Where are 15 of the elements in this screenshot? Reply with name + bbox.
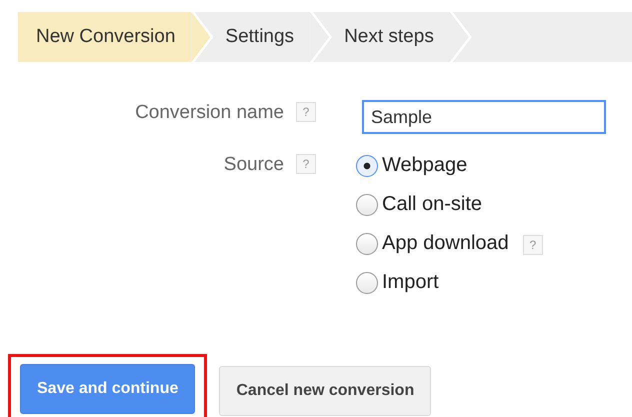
radio-button[interactable]: [356, 194, 378, 216]
radio-button[interactable]: [356, 154, 378, 176]
step-tab[interactable]: Next steps: [332, 12, 472, 62]
radio-button[interactable]: [356, 272, 378, 294]
cancel-button[interactable]: Cancel new conversion: [219, 366, 432, 416]
step-tab[interactable]: Settings: [213, 12, 332, 62]
option-label: Webpage: [382, 154, 468, 177]
option-label: Call on-site: [382, 193, 482, 216]
option-label: App download: [382, 232, 509, 255]
radio-button[interactable]: [356, 232, 378, 254]
option-label: Import: [382, 271, 439, 294]
field-label: Conversion name: [135, 101, 284, 125]
step-tab[interactable]: New Conversion: [18, 12, 214, 62]
conversion-name-field[interactable]: Sample: [362, 100, 606, 134]
field-label: Source: [224, 153, 284, 177]
